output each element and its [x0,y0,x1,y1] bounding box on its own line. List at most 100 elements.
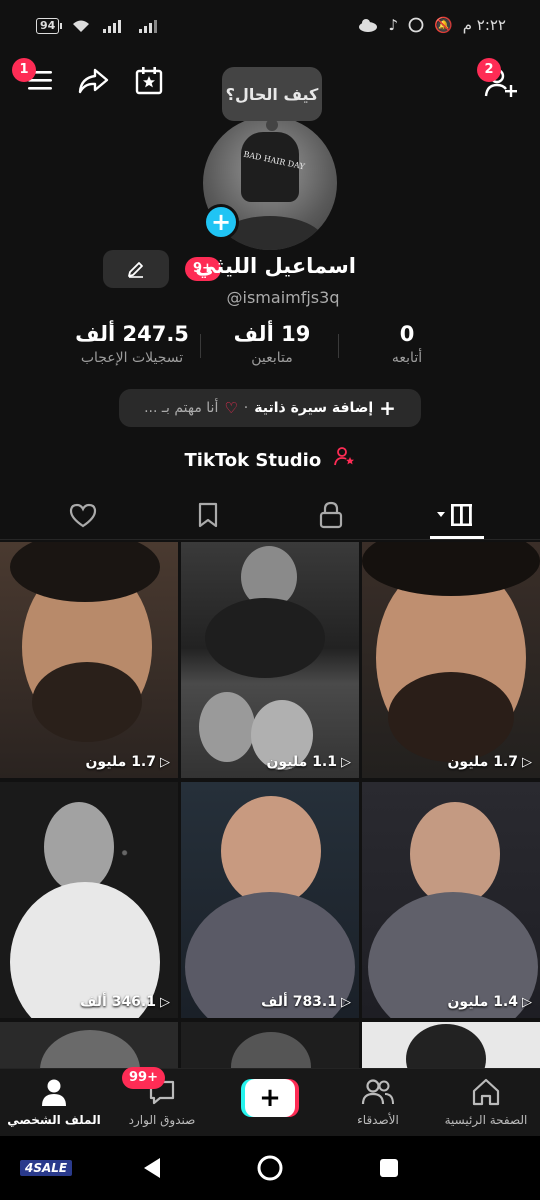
tab-liked[interactable] [63,500,103,530]
nav-home[interactable]: الصفحة الرئيسية [432,1077,540,1127]
video-tile[interactable] [362,1022,540,1068]
stat-following[interactable]: 0 أتابعه [370,322,444,366]
tab-videos[interactable] [430,500,484,530]
add-story-button[interactable]: + [203,204,239,240]
calendar-button[interactable] [130,62,168,100]
video-thumbnail-hair [362,542,540,596]
create-button[interactable]: + [241,1079,299,1117]
bio-pill[interactable]: + إضافة سيرة ذاتية · ♡ أنا مهتم بـ ... [119,389,421,427]
avatar-container[interactable]: BAD HAIR DAY + [203,116,337,250]
4sale-watermark-logo: 4SALE [20,1160,73,1176]
video-tile[interactable] [0,1022,178,1068]
plus-icon: + [245,1079,295,1117]
home-icon [472,1078,500,1106]
video-tile[interactable] [181,1022,359,1068]
video-views-count: 346.1 ألف [80,994,156,1010]
video-tile[interactable]: ▷ 1.7 مليون [0,542,178,778]
video-views: ▷ 346.1 ألف [80,994,170,1010]
clock-time: ٢:٢٢ م [462,16,506,34]
whatsapp-icon [408,17,424,33]
mute-bell-icon: 🔕 [434,16,453,34]
add-bio-label[interactable]: إضافة سيرة ذاتية [254,400,373,416]
video-thumbnail-hair [406,1024,486,1068]
stat-followers[interactable]: 19 ألف متابعين [222,322,322,366]
stat-followers-count: 19 ألف [233,322,311,346]
nav-friends[interactable]: الأصدقاء [324,1077,432,1127]
tiktok-studio-link[interactable]: TikTok Studio [0,446,540,471]
battery-indicator: 94 [36,18,63,34]
status-bubble[interactable]: كيف الحال؟ [222,67,322,131]
video-tile[interactable]: ▷ 346.1 ألف [0,782,178,1018]
plus-icon: + [210,208,232,236]
stats-row: 0 أتابعه 19 ألف متابعين 247.5 ألف تسجيلا… [0,322,540,378]
play-icon: ▷ [341,754,351,770]
signal-icon [103,20,122,33]
tab-private[interactable] [311,500,351,530]
video-tile[interactable]: ▷ 1.4 مليون [362,782,540,1018]
video-thumbnail-beard [388,672,514,762]
content-tabs [0,490,540,540]
lock-icon [319,501,343,529]
heart-outline-icon: ♡ [224,399,238,417]
share-icon [78,68,109,94]
video-thumbnail-face [40,1030,140,1068]
status-bar: 94 ♪ 🔕 ٢:٢٢ م [0,0,540,52]
video-views-count: 1.1 مليون [266,754,337,770]
tiktok-notification-icon: ♪ [388,16,399,34]
pencil-icon [128,262,143,278]
tab-saved[interactable] [188,500,228,530]
play-icon: ▷ [160,994,170,1010]
video-views-count: 783.1 ألف [261,994,337,1010]
stat-likes-label: تسجيلات الإعجاب [80,350,184,366]
play-icon: ▷ [522,994,532,1010]
video-grid: ▷ 1.7 مليون ▷ 1.1 مليون ▷ 1.7 مليون ▷ 346.1 … [0,542,540,1068]
heart-icon [69,503,97,528]
video-tile[interactable]: ▷ 1.1 مليون [181,542,359,778]
back-icon[interactable] [140,1156,164,1180]
video-tile[interactable]: ▷ 1.7 مليون [362,542,540,778]
video-tile[interactable]: ▷ 783.1 ألف [181,782,359,1018]
stat-following-label: أتابعه [391,350,423,366]
menu-badge: 1 [12,58,36,82]
friends-icon [361,1079,394,1105]
stat-followers-label: متابعين [251,350,293,366]
system-nav-bar: 4SALE [0,1136,540,1200]
recents-square-icon[interactable] [378,1157,400,1179]
stats-divider [338,334,339,358]
nav-profile[interactable]: الملف الشخصي [0,1077,108,1127]
active-tab-indicator [430,536,484,539]
tiktok-studio-label: TikTok Studio [184,450,322,471]
stat-likes-count: 247.5 ألف [75,322,189,346]
nav-profile-label: الملف الشخصي [7,1113,101,1127]
video-views-count: 1.4 مليون [447,994,518,1010]
bottom-nav: الملف الشخصي صندوق الوارد 99+ + الأصدقاء… [0,1067,540,1136]
nav-home-label: الصفحة الرئيسية [444,1113,528,1127]
video-thumbnail-face [221,796,321,906]
home-circle-icon[interactable] [256,1154,284,1182]
calendar-star-icon [135,67,163,95]
nav-friends-label: الأصدقاء [357,1113,399,1127]
video-thumbnail-face [44,802,114,892]
share-button[interactable] [74,62,112,100]
bio-separator: · [243,400,249,416]
video-views-count: 1.7 مليون [447,754,518,770]
grid-dropdown-icon [437,504,472,526]
video-thumbnail-face [410,802,500,906]
status-bubble-text: كيف الحال؟ [225,84,319,104]
cloud-icon [359,19,378,32]
edit-profile-button[interactable] [103,250,169,288]
stat-likes[interactable]: 247.5 ألف تسجيلات الإعجاب [64,322,200,366]
nav-inbox-label: صندوق الوارد [128,1113,196,1127]
video-thumbnail-shirt [205,598,325,678]
video-thumbnail-face [231,1032,311,1068]
wifi-icon [73,20,90,32]
plus-icon: + [379,396,396,420]
video-thumbnail-beard [32,662,142,742]
play-icon: ▷ [522,754,532,770]
profile-name: اسماعيل الليثي [195,254,356,278]
signal-icon-2 [139,20,158,33]
video-views-count: 1.7 مليون [85,754,156,770]
interests-label[interactable]: أنا مهتم بـ ... [144,400,218,416]
video-thumbnail-face-2 [199,692,255,762]
video-views: ▷ 783.1 ألف [261,994,351,1010]
